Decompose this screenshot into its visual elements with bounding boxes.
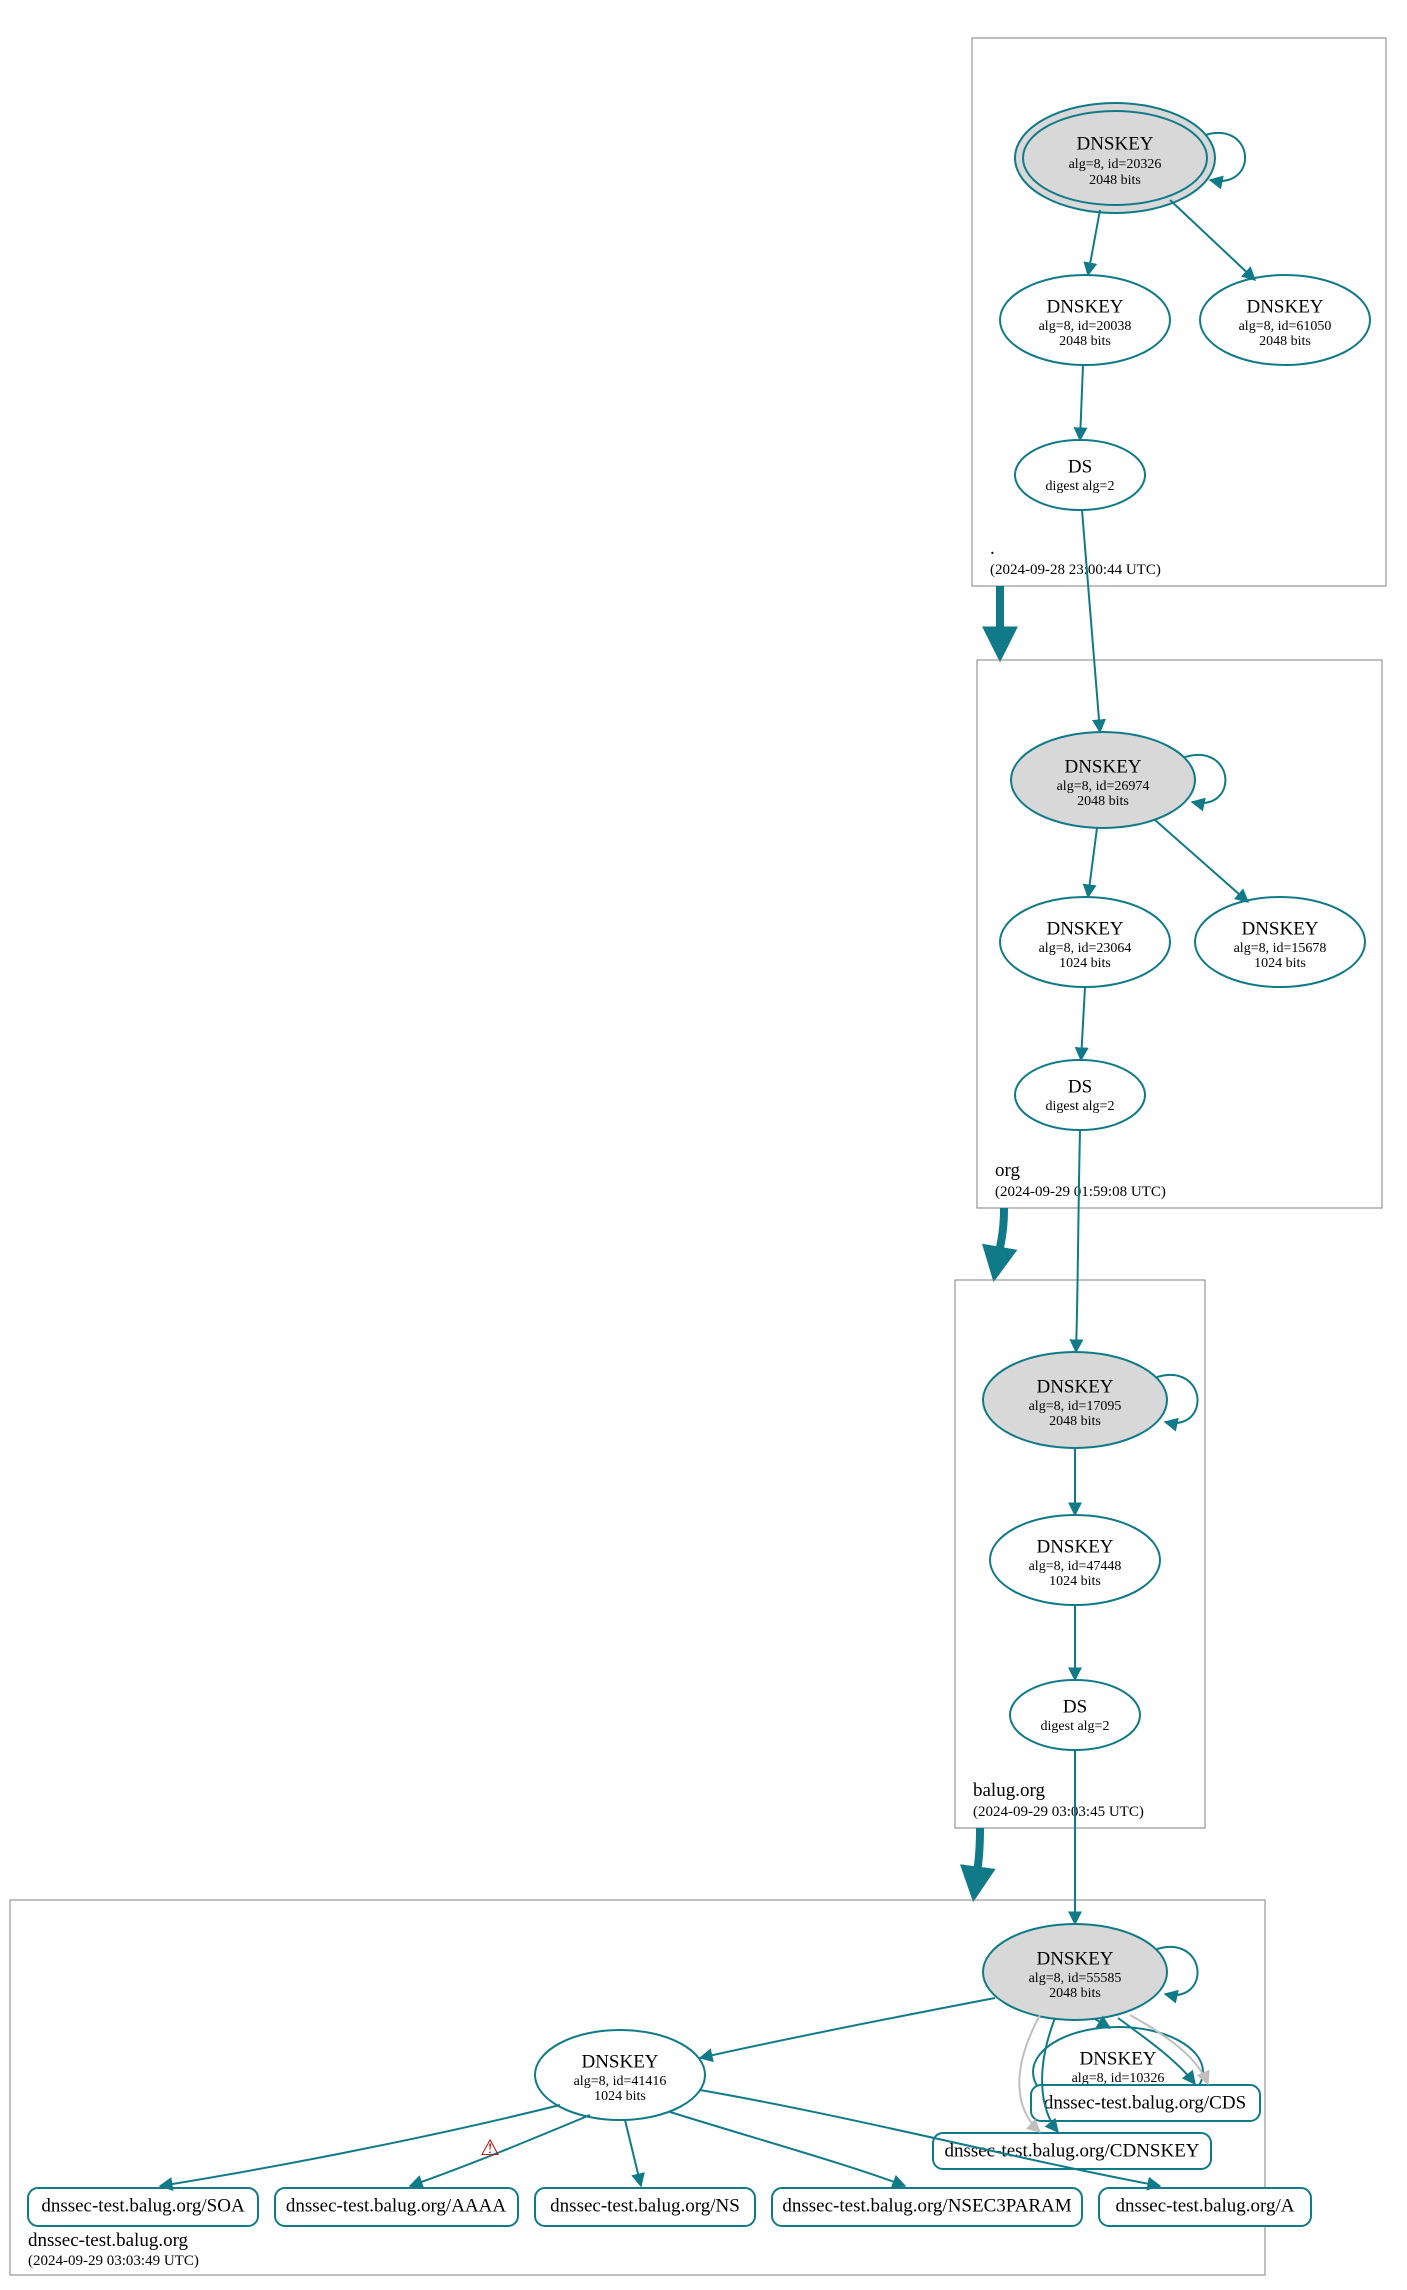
zone-leaf: dnssec-test.balug.org (2024-09-29 03:03:… (10, 1750, 1311, 2275)
warning-icon: ⚠ (480, 2135, 500, 2160)
zone-balug-ts: (2024-09-29 03:03:45 UTC) (973, 1804, 1144, 1820)
node-leaf-ksk[interactable]: DNSKEY alg=8, id=55585 2048 bits (983, 1924, 1167, 2020)
edge-leaf-ksk-zsk (700, 1998, 995, 2058)
svg-text:DNSKEY: DNSKEY (1079, 2048, 1156, 2069)
svg-text:2048 bits: 2048 bits (1049, 1986, 1101, 2001)
node-balug-ds[interactable]: DS digest alg=2 (1010, 1680, 1140, 1750)
zone-leaf-ts: (2024-09-29 03:03:49 UTC) (28, 2253, 199, 2269)
record-aaaa[interactable]: dnssec-test.balug.org/AAAA (275, 2188, 518, 2226)
edge-root-zsk1-ds (1080, 365, 1083, 440)
svg-text:digest alg=2: digest alg=2 (1041, 1719, 1110, 1734)
edge-root-ds-to-org-ksk (1082, 510, 1100, 732)
zone-root-ts: (2024-09-28 23:00:44 UTC) (990, 562, 1161, 578)
dnssec-graph: . (2024-09-28 23:00:44 UTC) DNSKEY alg=8… (0, 0, 1407, 2290)
zone-leaf-label: dnssec-test.balug.org (28, 2230, 189, 2251)
node-root-ksk[interactable]: DNSKEY alg=8, id=20326 2048 bits (1015, 103, 1215, 213)
edge-delegation-org-balug (996, 1208, 1004, 1268)
node-root-ds[interactable]: DS digest alg=2 (1015, 440, 1145, 510)
edge-zsk-ns (625, 2120, 641, 2186)
zone-root-label: . (990, 538, 995, 559)
edge-zsk-aaaa (410, 2115, 590, 2186)
svg-text:2048 bits: 2048 bits (1259, 334, 1311, 349)
node-leaf-zsk[interactable]: DNSKEY alg=8, id=41416 1024 bits (535, 2030, 705, 2120)
svg-text:DNSKEY: DNSKEY (1036, 1948, 1113, 1969)
svg-text:2048 bits: 2048 bits (1077, 794, 1129, 809)
svg-text:1024 bits: 1024 bits (1049, 1574, 1101, 1589)
node-balug-zsk[interactable]: DNSKEY alg=8, id=47448 1024 bits (990, 1515, 1160, 1605)
svg-text:dnssec-test.balug.org/SOA: dnssec-test.balug.org/SOA (41, 2195, 245, 2216)
zone-root: . (2024-09-28 23:00:44 UTC) DNSKEY alg=8… (972, 38, 1386, 586)
zone-balug: balug.org (2024-09-29 03:03:45 UTC) DNSK… (955, 1130, 1205, 1828)
edge-org-ds-to-balug-ksk (1076, 1130, 1080, 1352)
svg-text:dnssec-test.balug.org/CDNSKEY: dnssec-test.balug.org/CDNSKEY (944, 2140, 1199, 2161)
edge-org-ksk-zsk1 (1088, 828, 1097, 897)
svg-text:2048 bits: 2048 bits (1059, 334, 1111, 349)
svg-text:alg=8, id=61050: alg=8, id=61050 (1239, 319, 1332, 334)
node-balug-ksk[interactable]: DNSKEY alg=8, id=17095 2048 bits (983, 1352, 1167, 1448)
svg-text:digest alg=2: digest alg=2 (1046, 479, 1115, 494)
edge-delegation-balug-leaf (975, 1828, 980, 1888)
node-org-zsk1[interactable]: DNSKEY alg=8, id=23064 1024 bits (1000, 897, 1170, 987)
svg-text:DNSKEY: DNSKEY (1241, 918, 1318, 939)
record-ns[interactable]: dnssec-test.balug.org/NS (535, 2188, 755, 2226)
svg-text:alg=8, id=55585: alg=8, id=55585 (1029, 1971, 1122, 1986)
svg-text:alg=8, id=41416: alg=8, id=41416 (574, 2074, 667, 2089)
record-cds[interactable]: dnssec-test.balug.org/CDS (1031, 2085, 1260, 2121)
svg-text:digest alg=2: digest alg=2 (1046, 1099, 1115, 1114)
svg-text:DNSKEY: DNSKEY (1036, 1536, 1113, 1557)
svg-text:dnssec-test.balug.org/NSEC3PAR: dnssec-test.balug.org/NSEC3PARAM (782, 2195, 1071, 2216)
svg-text:DNSKEY: DNSKEY (1046, 296, 1123, 317)
zone-org: org (2024-09-29 01:59:08 UTC) DNSKEY alg… (977, 510, 1382, 1208)
svg-text:DNSKEY: DNSKEY (1036, 1376, 1113, 1397)
svg-text:DNSKEY: DNSKEY (1076, 133, 1153, 154)
svg-text:alg=8, id=10326: alg=8, id=10326 (1072, 2071, 1165, 2086)
edge-org-ksk-zsk2 (1155, 820, 1248, 902)
zone-org-label: org (995, 1160, 1020, 1181)
svg-text:alg=8, id=23064: alg=8, id=23064 (1039, 941, 1132, 956)
record-soa[interactable]: dnssec-test.balug.org/SOA (28, 2188, 258, 2226)
record-cdnskey[interactable]: dnssec-test.balug.org/CDNSKEY (933, 2133, 1211, 2169)
svg-text:DNSKEY: DNSKEY (1046, 918, 1123, 939)
node-root-zsk1[interactable]: DNSKEY alg=8, id=20038 2048 bits (1000, 275, 1170, 365)
node-org-zsk2[interactable]: DNSKEY alg=8, id=15678 1024 bits (1195, 897, 1365, 987)
svg-text:DNSKEY: DNSKEY (1064, 756, 1141, 777)
edge-zsk-soa (160, 2105, 560, 2186)
svg-text:DNSKEY: DNSKEY (1246, 296, 1323, 317)
node-org-ds[interactable]: DS digest alg=2 (1015, 1060, 1145, 1130)
svg-text:alg=8, id=15678: alg=8, id=15678 (1234, 941, 1327, 956)
svg-text:DNSKEY: DNSKEY (581, 2051, 658, 2072)
edge-root-ksk-zsk2 (1170, 200, 1255, 280)
node-root-zsk2[interactable]: DNSKEY alg=8, id=61050 2048 bits (1200, 275, 1370, 365)
svg-text:2048 bits: 2048 bits (1089, 173, 1141, 188)
zone-org-ts: (2024-09-29 01:59:08 UTC) (995, 1184, 1166, 1200)
svg-text:1024 bits: 1024 bits (1059, 956, 1111, 971)
svg-text:DS: DS (1068, 1076, 1092, 1097)
svg-text:2048 bits: 2048 bits (1049, 1414, 1101, 1429)
svg-text:DS: DS (1068, 456, 1092, 477)
svg-text:alg=8, id=47448: alg=8, id=47448 (1029, 1559, 1122, 1574)
edge-org-zsk1-ds (1081, 987, 1085, 1060)
svg-text:alg=8, id=17095: alg=8, id=17095 (1029, 1399, 1122, 1414)
record-nsec3param[interactable]: dnssec-test.balug.org/NSEC3PARAM (772, 2188, 1082, 2226)
svg-text:dnssec-test.balug.org/A: dnssec-test.balug.org/A (1115, 2195, 1294, 2216)
svg-text:1024 bits: 1024 bits (594, 2089, 646, 2104)
node-org-ksk[interactable]: DNSKEY alg=8, id=26974 2048 bits (1011, 732, 1195, 828)
svg-text:alg=8, id=20326: alg=8, id=20326 (1069, 157, 1162, 172)
edge-root-ksk-zsk1 (1088, 210, 1100, 275)
svg-text:dnssec-test.balug.org/NS: dnssec-test.balug.org/NS (550, 2195, 740, 2216)
svg-text:alg=8, id=26974: alg=8, id=26974 (1057, 779, 1150, 794)
svg-text:alg=8, id=20038: alg=8, id=20038 (1039, 319, 1132, 334)
zone-balug-label: balug.org (973, 1780, 1045, 1801)
svg-text:dnssec-test.balug.org/AAAA: dnssec-test.balug.org/AAAA (286, 2195, 507, 2216)
edge-leaf-ksk-zsk2 (1095, 2019, 1110, 2028)
svg-text:DS: DS (1063, 1696, 1087, 1717)
svg-text:dnssec-test.balug.org/CDS: dnssec-test.balug.org/CDS (1044, 2092, 1246, 2113)
svg-text:1024 bits: 1024 bits (1254, 956, 1306, 971)
record-a[interactable]: dnssec-test.balug.org/A (1099, 2188, 1311, 2226)
